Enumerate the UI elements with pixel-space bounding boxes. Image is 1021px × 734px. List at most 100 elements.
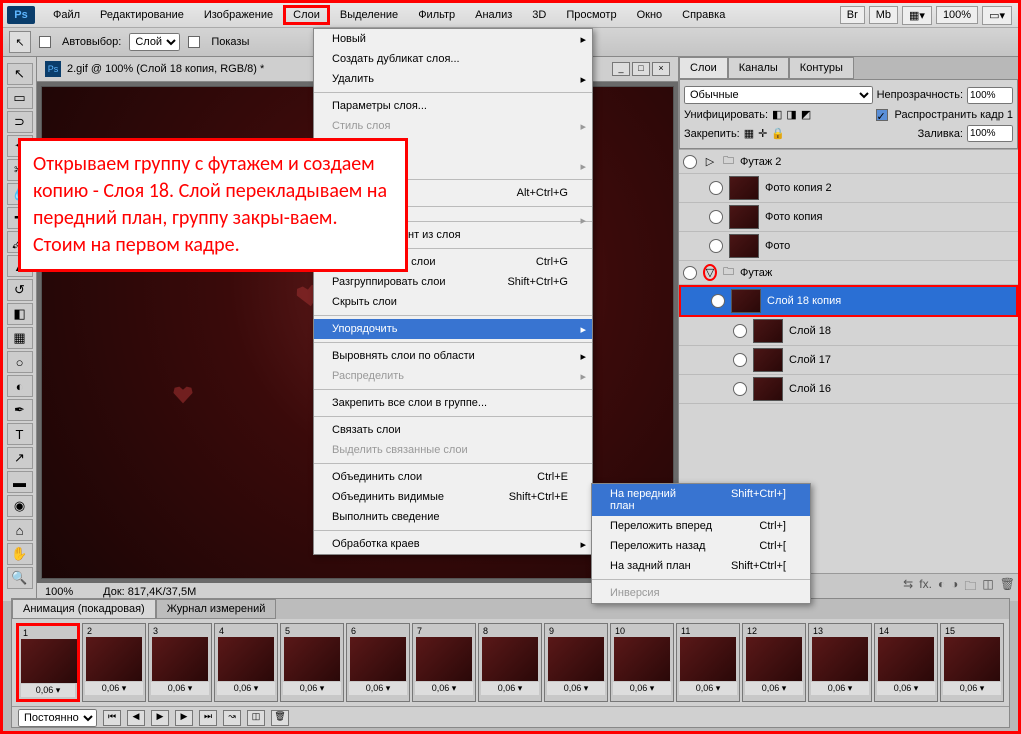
- menu-item[interactable]: Объединить слоиCtrl+E: [314, 467, 592, 487]
- menu-layers[interactable]: Слои: [283, 5, 330, 25]
- adjustment-icon[interactable]: ◑: [951, 577, 958, 598]
- marquee-tool[interactable]: ▭: [7, 87, 33, 109]
- tab-paths[interactable]: Контуры: [789, 57, 854, 79]
- visibility-icon[interactable]: [733, 382, 747, 396]
- path-tool[interactable]: ↗: [7, 447, 33, 469]
- type-tool[interactable]: T: [7, 423, 33, 445]
- animation-frame[interactable]: 30,06 ▾: [148, 623, 212, 702]
- first-frame-button[interactable]: ⏮: [103, 710, 121, 726]
- animation-frame[interactable]: 100,06 ▾: [610, 623, 674, 702]
- animation-frame[interactable]: 60,06 ▾: [346, 623, 410, 702]
- eraser-tool[interactable]: ◧: [7, 303, 33, 325]
- delete-frame-button[interactable]: 🗑: [271, 710, 289, 726]
- zoom-tool[interactable]: 🔍: [7, 567, 33, 589]
- lasso-tool[interactable]: ⊃: [7, 111, 33, 133]
- hand-tool[interactable]: ✋: [7, 543, 33, 565]
- layer-row[interactable]: Фото копия: [679, 203, 1018, 232]
- unify-style-icon[interactable]: ◩: [801, 108, 811, 121]
- animation-frame[interactable]: 150,06 ▾: [940, 623, 1004, 702]
- folder-toggle-icon[interactable]: ▷: [703, 155, 717, 168]
- opacity-input[interactable]: [967, 87, 1013, 104]
- submenu-item[interactable]: Переложить впередCtrl+]: [592, 516, 810, 536]
- animation-frame[interactable]: 80,06 ▾: [478, 623, 542, 702]
- zoom-level[interactable]: 100%: [936, 6, 978, 24]
- menu-window[interactable]: Окно: [627, 6, 673, 24]
- lock-all-icon[interactable]: ▦: [744, 127, 754, 140]
- animation-frame[interactable]: 10,06 ▾: [16, 623, 80, 702]
- layer-thumbnail[interactable]: [753, 348, 783, 372]
- layer-thumbnail[interactable]: [729, 234, 759, 258]
- visibility-icon[interactable]: [733, 324, 747, 338]
- tab-animation[interactable]: Анимация (покадровая): [12, 599, 156, 619]
- delete-layer-icon[interactable]: 🗑: [1000, 577, 1015, 598]
- visibility-icon[interactable]: [683, 266, 697, 280]
- minimize-button[interactable]: _: [612, 62, 630, 76]
- menu-item[interactable]: Выполнить сведение: [314, 507, 592, 527]
- visibility-icon[interactable]: [709, 181, 723, 195]
- history-brush-tool[interactable]: ↺: [7, 279, 33, 301]
- mask-icon[interactable]: ◐: [938, 577, 945, 598]
- layer-row[interactable]: ▷🗀Футаж 2: [679, 150, 1018, 174]
- gradient-tool[interactable]: ▦: [7, 327, 33, 349]
- maximize-button[interactable]: □: [632, 62, 650, 76]
- layer-row[interactable]: Слой 16: [679, 375, 1018, 404]
- fx-icon[interactable]: fx.: [919, 577, 932, 598]
- layer-thumbnail[interactable]: [729, 176, 759, 200]
- fill-input[interactable]: [967, 125, 1013, 142]
- next-frame-button[interactable]: ▶: [175, 710, 193, 726]
- menu-item[interactable]: Разгруппировать слоиShift+Ctrl+G: [314, 272, 592, 292]
- play-button[interactable]: ▶: [151, 710, 169, 726]
- animation-frame[interactable]: 140,06 ▾: [874, 623, 938, 702]
- visibility-icon[interactable]: [709, 210, 723, 224]
- prev-frame-button[interactable]: ◀: [127, 710, 145, 726]
- new-frame-button[interactable]: ◫: [247, 710, 265, 726]
- menu-item[interactable]: Параметры слоя...: [314, 96, 592, 116]
- arrange-submenu[interactable]: На передний планShift+Ctrl+]Переложить в…: [591, 483, 811, 604]
- layer-thumbnail[interactable]: [729, 205, 759, 229]
- layer-row[interactable]: Фото: [679, 232, 1018, 261]
- layers-menu-dropdown[interactable]: Новый▸Создать дубликат слоя...Удалить▸Па…: [313, 28, 593, 555]
- menu-item[interactable]: Выровнять слои по области▸: [314, 346, 592, 366]
- autoselect-checkbox[interactable]: [39, 36, 51, 48]
- screen-mode-button[interactable]: ▭▾: [982, 6, 1012, 25]
- link-icon[interactable]: ⇆: [903, 577, 913, 598]
- close-button[interactable]: ×: [652, 62, 670, 76]
- unify-vis-icon[interactable]: ◨: [786, 108, 796, 121]
- submenu-item[interactable]: Переложить назадCtrl+[: [592, 536, 810, 556]
- submenu-item[interactable]: На задний планShift+Ctrl+[: [592, 556, 810, 576]
- new-layer-icon[interactable]: ◫: [982, 577, 993, 598]
- show-controls-checkbox[interactable]: [188, 36, 200, 48]
- mini-bridge-button[interactable]: Mb: [869, 6, 898, 24]
- tab-layers[interactable]: Слои: [679, 57, 728, 79]
- menu-file[interactable]: Файл: [43, 6, 90, 24]
- animation-frame[interactable]: 130,06 ▾: [808, 623, 872, 702]
- animation-frame[interactable]: 40,06 ▾: [214, 623, 278, 702]
- visibility-icon[interactable]: [733, 353, 747, 367]
- propagate-checkbox[interactable]: ✓: [876, 109, 888, 121]
- camera-tool[interactable]: ⌂: [7, 519, 33, 541]
- tween-button[interactable]: ↝: [223, 710, 241, 726]
- layer-row[interactable]: Фото копия 2: [679, 174, 1018, 203]
- layer-thumbnail[interactable]: [753, 319, 783, 343]
- folder-toggle-icon[interactable]: ▽: [703, 264, 717, 281]
- visibility-icon[interactable]: [709, 239, 723, 253]
- last-frame-button[interactable]: ⏭: [199, 710, 217, 726]
- animation-frame[interactable]: 90,06 ▾: [544, 623, 608, 702]
- animation-frames[interactable]: 10,06 ▾20,06 ▾30,06 ▾40,06 ▾50,06 ▾60,06…: [12, 619, 1009, 706]
- layer-row[interactable]: Слой 17: [679, 346, 1018, 375]
- menu-item[interactable]: Скрыть слои: [314, 292, 592, 312]
- menu-analysis[interactable]: Анализ: [465, 6, 522, 24]
- dodge-tool[interactable]: ◐: [7, 375, 33, 397]
- visibility-icon[interactable]: [711, 294, 725, 308]
- menu-item[interactable]: Объединить видимыеShift+Ctrl+E: [314, 487, 592, 507]
- layer-thumbnail[interactable]: [731, 289, 761, 313]
- menu-edit[interactable]: Редактирование: [90, 6, 194, 24]
- bridge-button[interactable]: Br: [840, 6, 865, 24]
- move-tool-icon[interactable]: ↖: [9, 31, 31, 53]
- blend-mode-select[interactable]: Обычные: [684, 86, 873, 104]
- menu-3d[interactable]: 3D: [522, 6, 556, 24]
- blur-tool[interactable]: ○: [7, 351, 33, 373]
- menu-item[interactable]: Удалить▸: [314, 69, 592, 89]
- move-tool[interactable]: ↖: [7, 63, 33, 85]
- pen-tool[interactable]: ✒: [7, 399, 33, 421]
